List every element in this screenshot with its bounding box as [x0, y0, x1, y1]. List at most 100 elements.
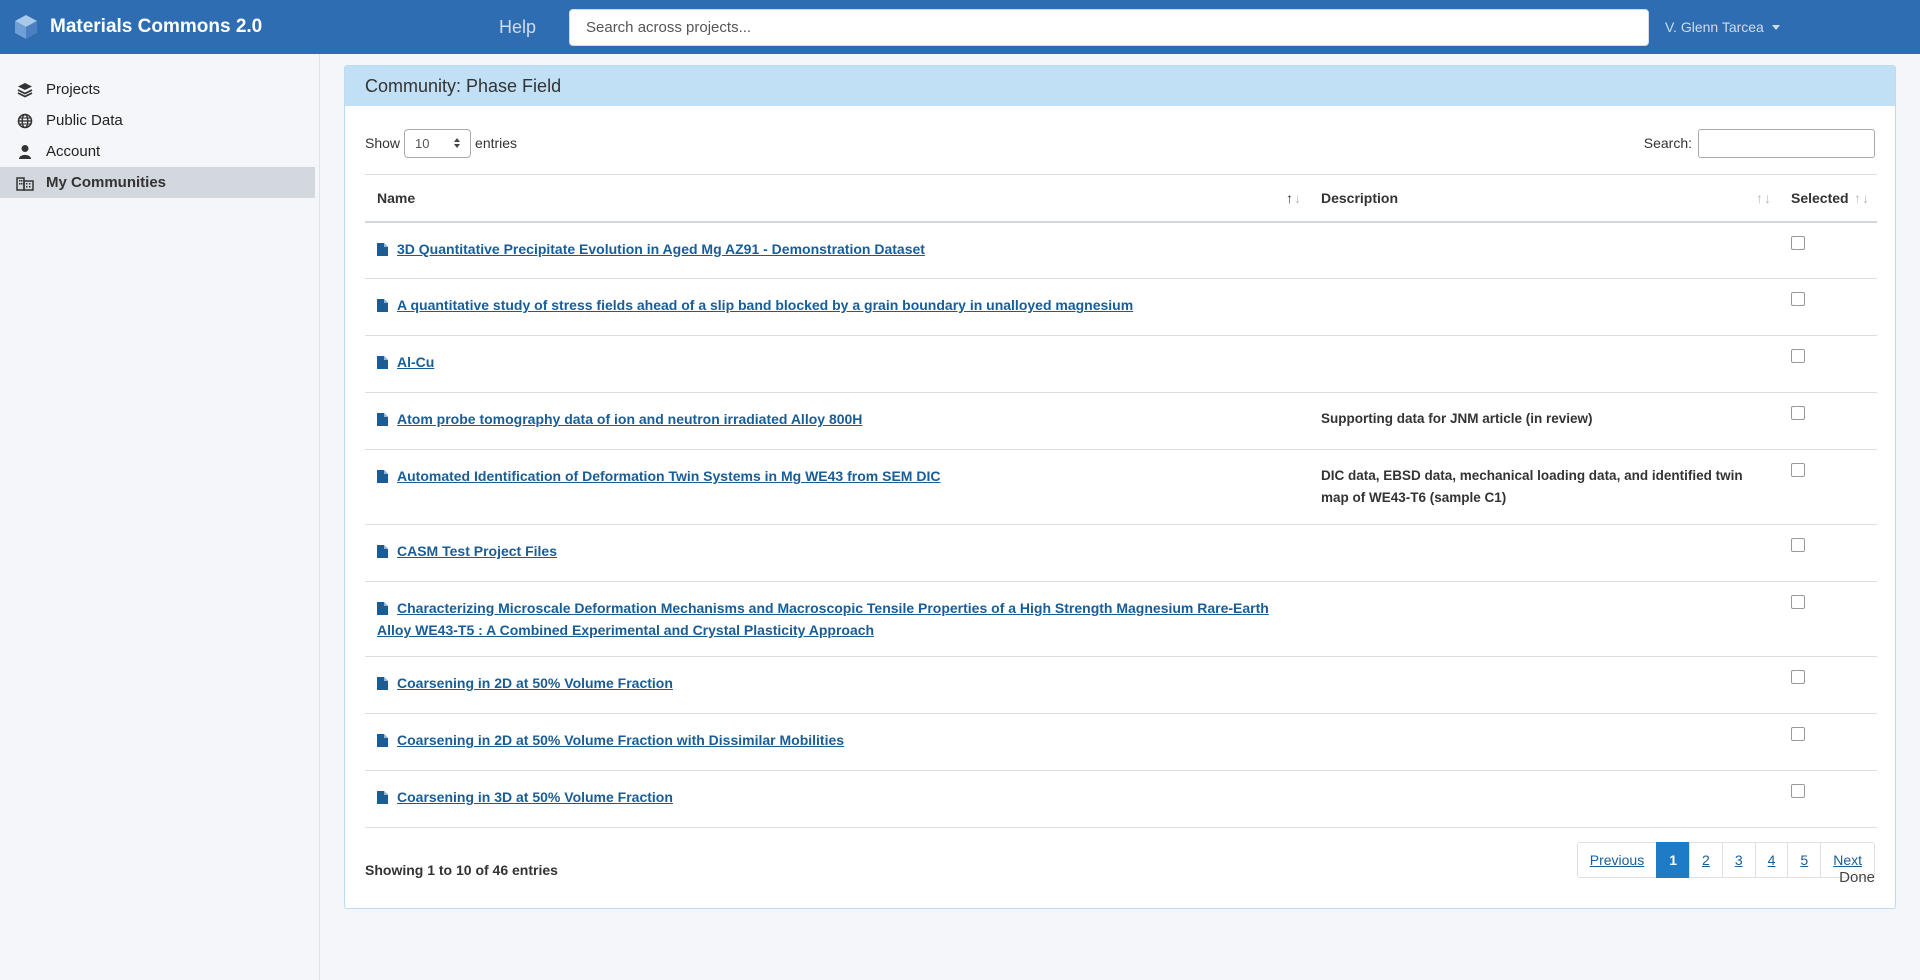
- selected-cell: [1779, 221, 1877, 279]
- brand[interactable]: Materials Commons 2.0: [12, 13, 472, 41]
- column-header-selected[interactable]: Selected ↑ ↓: [1779, 174, 1877, 223]
- project-link[interactable]: CASM Test Project Files: [397, 543, 557, 559]
- globe-icon: [16, 112, 34, 130]
- name-cell: Automated Identification of Deformation …: [365, 449, 1309, 525]
- table-row: Characterizing Microscale Deformation Me…: [365, 581, 1877, 657]
- panel-title: Community: Phase Field: [345, 66, 1895, 106]
- user-menu[interactable]: V. Glenn Tarcea: [1665, 19, 1780, 35]
- select-checkbox[interactable]: [1791, 235, 1805, 250]
- project-link[interactable]: Automated Identification of Deformation …: [397, 468, 940, 484]
- description-cell: [1309, 713, 1779, 771]
- name-cell: Characterizing Microscale Deformation Me…: [365, 581, 1309, 657]
- select-checkbox[interactable]: [1791, 595, 1805, 609]
- page-button-1[interactable]: 1: [1656, 842, 1691, 878]
- sidebar-item-account[interactable]: Account: [0, 136, 315, 167]
- name-cell: Al-Cu: [365, 335, 1309, 393]
- project-link[interactable]: Coarsening in 2D at 50% Volume Fraction …: [397, 732, 844, 748]
- column-label: Selected: [1791, 189, 1849, 206]
- name-cell: Coarsening in 2D at 50% Volume Fraction: [365, 656, 1309, 714]
- project-link[interactable]: Al-Cu: [397, 354, 434, 370]
- sidebar-item-public-data[interactable]: Public Data: [0, 105, 315, 136]
- select-checkbox[interactable]: [1791, 727, 1805, 741]
- page-button-2[interactable]: 2: [1689, 842, 1723, 878]
- table-footer: Showing 1 to 10 of 46 entries Previous 1…: [345, 842, 1895, 878]
- select-checkbox[interactable]: [1791, 538, 1805, 552]
- selected-cell: [1779, 656, 1877, 714]
- sort-icon: ↑ ↓: [1756, 190, 1771, 206]
- app-title: Materials Commons 2.0: [50, 16, 263, 37]
- entries-select[interactable]: 10: [404, 128, 472, 158]
- page-button-3[interactable]: 3: [1721, 842, 1756, 878]
- selected-cell: [1779, 713, 1877, 771]
- table-row: CASM Test Project Files: [365, 524, 1877, 582]
- help-link[interactable]: Help: [472, 17, 569, 38]
- selected-cell: [1779, 581, 1877, 657]
- table-search-input[interactable]: [1698, 128, 1875, 158]
- project-link[interactable]: Characterizing Microscale Deformation Me…: [377, 600, 1269, 638]
- select-checkbox[interactable]: [1791, 784, 1805, 798]
- description-cell: [1309, 524, 1779, 582]
- select-checkbox[interactable]: [1791, 292, 1805, 306]
- entries-select-value: 10: [415, 135, 430, 151]
- page-button-5[interactable]: 5: [1787, 842, 1822, 878]
- sort-ascending-icon: ↑ ↓: [1286, 190, 1301, 206]
- file-icon: [377, 602, 388, 615]
- selected-cell: [1779, 278, 1877, 336]
- file-icon: [377, 356, 388, 369]
- sidebar-item-label: Account: [46, 143, 101, 160]
- description-cell: [1309, 278, 1779, 336]
- show-label: Show: [365, 135, 401, 151]
- caret-down-icon: [1771, 24, 1780, 30]
- table-header-row: Name ↑ ↓ Description ↑ ↓ Selected ↑ ↓: [365, 174, 1877, 223]
- select-checkbox[interactable]: [1791, 406, 1805, 420]
- sidebar-item-label: Projects: [46, 81, 101, 98]
- layers-icon: [16, 81, 34, 99]
- selected-cell: [1779, 335, 1877, 393]
- page-button-4[interactable]: 4: [1754, 842, 1789, 878]
- name-cell: 3D Quantitative Precipitate Evolution in…: [365, 221, 1309, 279]
- table-row: Coarsening in 2D at 50% Volume Fraction: [365, 656, 1877, 714]
- column-label: Name: [377, 189, 416, 206]
- sidebar-item-my-communities[interactable]: My Communities: [0, 167, 315, 198]
- column-header-name[interactable]: Name ↑ ↓: [365, 174, 1309, 223]
- table-row: Coarsening in 3D at 50% Volume Fraction: [365, 770, 1877, 828]
- selected-cell: [1779, 392, 1877, 450]
- description-cell: [1309, 770, 1779, 828]
- show-entries: Show 10 entries: [365, 128, 518, 158]
- table-row: Automated Identification of Deformation …: [365, 449, 1877, 525]
- user-icon: [16, 143, 34, 161]
- user-name: V. Glenn Tarcea: [1665, 19, 1764, 35]
- table-row: Coarsening in 2D at 50% Volume Fraction …: [365, 713, 1877, 771]
- description-cell: [1309, 581, 1779, 657]
- project-link[interactable]: Atom probe tomography data of ion and ne…: [397, 411, 862, 427]
- previous-page-button[interactable]: Previous: [1576, 842, 1658, 878]
- sidebar-item-label: My Communities: [46, 174, 167, 191]
- entries-label: entries: [475, 135, 518, 151]
- project-link[interactable]: Coarsening in 3D at 50% Volume Fraction: [397, 789, 673, 805]
- top-navbar: Materials Commons 2.0 Help V. Glenn Tarc…: [0, 0, 1920, 54]
- file-icon: [377, 242, 388, 256]
- global-search-input[interactable]: [569, 8, 1649, 46]
- select-checkbox[interactable]: [1791, 670, 1805, 684]
- file-icon: [377, 791, 388, 804]
- sidebar-item-label: Public Data: [46, 112, 123, 129]
- table-row: A quantitative study of stress fields ah…: [365, 278, 1877, 336]
- name-cell: CASM Test Project Files: [365, 524, 1309, 582]
- done-button[interactable]: Done: [1839, 869, 1875, 886]
- sidebar-item-projects[interactable]: Projects: [0, 74, 315, 105]
- pagination: Previous 1 2 3 4 5 Next: [1576, 842, 1875, 878]
- name-cell: Coarsening in 2D at 50% Volume Fraction …: [365, 713, 1309, 771]
- name-cell: Atom probe tomography data of ion and ne…: [365, 392, 1309, 450]
- select-checkbox[interactable]: [1791, 349, 1805, 363]
- file-icon: [377, 413, 388, 426]
- column-header-description[interactable]: Description ↑ ↓: [1309, 174, 1779, 223]
- project-link[interactable]: A quantitative study of stress fields ah…: [397, 297, 1133, 313]
- project-link[interactable]: Coarsening in 2D at 50% Volume Fraction: [397, 675, 673, 691]
- select-checkbox[interactable]: [1791, 463, 1805, 477]
- name-cell: A quantitative study of stress fields ah…: [365, 278, 1309, 336]
- selected-cell: [1779, 770, 1877, 828]
- selected-cell: [1779, 524, 1877, 582]
- file-icon: [377, 677, 388, 690]
- project-link[interactable]: 3D Quantitative Precipitate Evolution in…: [397, 241, 925, 257]
- table-body: 3D Quantitative Precipitate Evolution in…: [365, 221, 1877, 828]
